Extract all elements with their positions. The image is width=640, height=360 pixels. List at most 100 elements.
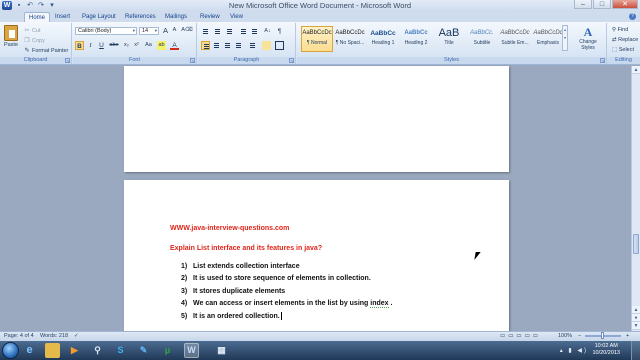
tab-review[interactable]: Review — [196, 12, 224, 22]
tab-references[interactable]: References — [121, 12, 160, 22]
borders-button[interactable] — [275, 41, 284, 50]
clipboard-group-label: Clipboard — [0, 57, 71, 64]
paragraph-launcher-icon[interactable]: ↘ — [289, 58, 294, 63]
scroll-up-icon[interactable]: ▲ — [632, 66, 640, 74]
zoom-level[interactable]: 100% — [558, 332, 572, 341]
help-icon[interactable]: ? — [629, 13, 636, 20]
align-center-button[interactable] — [212, 41, 221, 50]
font-size-box[interactable]: 14 ▾ — [139, 27, 159, 35]
zoom-slider[interactable] — [585, 332, 621, 339]
font-name-box[interactable]: Calibri (Body) ▾ — [75, 27, 137, 35]
system-tray-icons[interactable]: ▴ ▮ ◀) — [560, 347, 588, 354]
tab-insert[interactable]: Insert — [51, 12, 74, 22]
start-button[interactable] — [2, 342, 19, 359]
style-heading-2[interactable]: AaBbCc Heading 2 — [400, 26, 432, 52]
strikethrough-button[interactable]: abe — [108, 41, 120, 50]
style-sample: AaBbCcDc — [533, 30, 563, 36]
show-desktop-button[interactable] — [631, 341, 640, 360]
spelling-flag: index — [370, 299, 389, 308]
document-area[interactable]: WWW.java-interview-questions.com Explain… — [0, 66, 631, 340]
close-button[interactable]: ✕ — [612, 0, 638, 9]
taskbar-clock[interactable]: 10:02 AM 10/20/2013 — [592, 343, 620, 357]
bold-button[interactable]: B — [75, 41, 84, 50]
scroll-up-page-icon[interactable]: ▲ — [632, 306, 640, 314]
style-name: ¶ Normal — [306, 40, 328, 46]
minimize-button[interactable]: – — [574, 0, 592, 9]
page-previous[interactable] — [124, 66, 509, 172]
justify-button[interactable] — [234, 41, 243, 50]
tab-page-layout[interactable]: Page Layout — [78, 12, 120, 22]
select-button[interactable]: ⬚ Select — [612, 47, 634, 53]
page-count[interactable]: Page: 4 of 4 — [4, 332, 34, 341]
style-no-spacing[interactable]: AaBbCcDc ¶ No Spaci... — [334, 26, 366, 52]
change-styles-button[interactable]: A Change Styles — [572, 25, 604, 51]
search-icon[interactable]: ⚲ — [90, 343, 105, 358]
line-spacing-button[interactable] — [248, 41, 257, 50]
proofing-icon[interactable]: ✓ — [74, 332, 79, 341]
numbering-button[interactable] — [213, 27, 222, 36]
tab-view[interactable]: View — [226, 12, 247, 22]
increase-indent-button[interactable] — [250, 27, 259, 36]
style-normal[interactable]: AaBbCcDc ¶ Normal — [301, 26, 333, 52]
superscript-button[interactable]: x² — [132, 41, 141, 50]
show-formatting-button[interactable]: ¶ — [275, 27, 284, 36]
folder-icon[interactable] — [45, 343, 60, 358]
highlight-button[interactable]: ab — [157, 41, 166, 50]
decrease-indent-button[interactable] — [239, 27, 248, 36]
styles-launcher-icon[interactable]: ↘ — [600, 58, 605, 63]
word-taskbar-icon[interactable]: W — [184, 343, 199, 358]
tab-home[interactable]: Home — [24, 12, 51, 22]
page-current[interactable]: WWW.java-interview-questions.com Explain… — [124, 180, 509, 340]
styles-gallery-scroll[interactable]: ▴ ▾ — [562, 25, 568, 51]
style-subtle-emphasis[interactable]: AaBbCcDc Subtle Em... — [499, 26, 531, 52]
clear-formatting-button[interactable]: A⌫ — [181, 26, 193, 35]
zoom-out-icon[interactable]: − — [578, 332, 581, 341]
cut-button[interactable]: ✂ Cut — [24, 27, 40, 35]
zoom-slider-knob[interactable] — [601, 332, 604, 339]
subscript-button[interactable]: x₂ — [122, 41, 131, 50]
decrease-indent-icon — [241, 29, 246, 34]
align-left-button[interactable] — [201, 41, 210, 50]
shading-button[interactable] — [262, 41, 271, 50]
style-title[interactable]: AaB Title — [433, 26, 465, 52]
shrink-font-button[interactable]: A — [170, 26, 179, 35]
copy-button[interactable]: ❐ Copy — [24, 37, 45, 45]
italic-button[interactable]: I — [86, 41, 95, 50]
zoom-in-icon[interactable]: + — [626, 332, 629, 341]
font-group: Calibri (Body) ▾ 14 ▾ A A A⌫ B I U abe x… — [73, 23, 197, 64]
vertical-scrollbar[interactable]: ▲ ▲ ● ▼ — [631, 66, 640, 331]
find-button[interactable]: ⚲ Find — [612, 27, 628, 33]
browse-object-icon[interactable]: ● — [632, 314, 640, 322]
torrent-icon[interactable]: μ — [160, 343, 175, 358]
font-color-button[interactable]: A — [170, 41, 179, 50]
paragraph-group: A↓ ¶ Paragraph ↘ — [198, 23, 296, 64]
grow-font-button[interactable]: A — [161, 26, 170, 35]
font-launcher-icon[interactable]: ↘ — [190, 58, 195, 63]
paint-icon[interactable]: ✎ — [136, 343, 151, 358]
view-buttons-icon[interactable]: ▭▭▭▭▭ — [500, 332, 541, 341]
replace-button[interactable]: ⇄ Replace — [612, 37, 638, 43]
clipboard-launcher-icon[interactable]: ↘ — [65, 58, 70, 63]
style-sample: AaBbCcDc — [302, 30, 332, 36]
word-count[interactable]: Words: 218 — [40, 332, 68, 341]
bullets-button[interactable] — [201, 27, 210, 36]
multilevel-list-button[interactable] — [225, 27, 234, 36]
style-heading-1[interactable]: AaBbCc Heading 1 — [367, 26, 399, 52]
paste-button[interactable]: Paste — [2, 25, 20, 55]
change-case-button[interactable]: Aa — [143, 41, 154, 50]
tab-mailings[interactable]: Mailings — [161, 12, 191, 22]
align-right-button[interactable] — [223, 41, 232, 50]
scroll-down-icon[interactable]: ▼ — [632, 322, 640, 330]
style-emphasis[interactable]: AaBbCcDc Emphasis — [532, 26, 564, 52]
task-manager-icon[interactable]: ▦ — [214, 343, 229, 358]
sort-button[interactable]: A↓ — [263, 27, 272, 36]
style-subtitle[interactable]: AaBbCc. Subtitle — [466, 26, 498, 52]
maximize-button[interactable]: □ — [593, 0, 611, 9]
format-painter-button[interactable]: ✎ Format Painter — [24, 47, 68, 55]
media-player-icon[interactable]: ▶ — [67, 343, 82, 358]
style-name: Subtle Em... — [501, 40, 529, 46]
underline-button[interactable]: U — [97, 41, 106, 50]
skype-icon[interactable]: S — [113, 343, 128, 358]
internet-explorer-icon[interactable]: e — [22, 343, 37, 358]
scrollbar-thumb[interactable] — [633, 234, 639, 254]
